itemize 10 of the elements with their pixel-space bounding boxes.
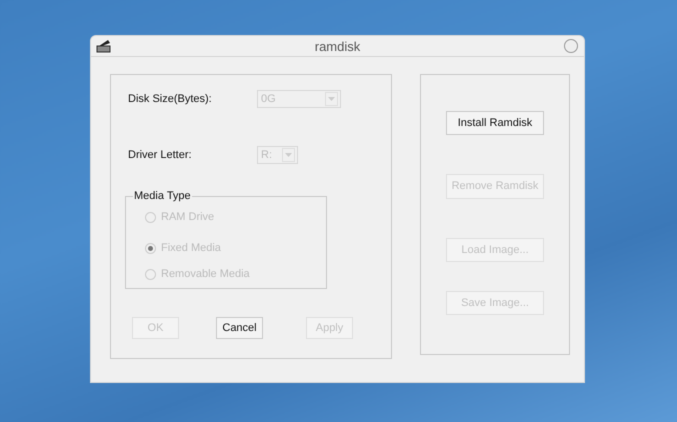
field-label: Driver Letter:: [128, 149, 193, 161]
caret-icon: [285, 153, 292, 157]
dialog-button[interactable]: Cancel: [216, 317, 263, 339]
group-label: Media Type: [133, 190, 192, 202]
app-icon: [96, 39, 112, 53]
close-button[interactable]: [563, 38, 579, 54]
window-title: ramdisk: [314, 38, 362, 54]
caret-icon: [328, 97, 335, 101]
action-button[interactable]: Install Ramdisk: [446, 111, 544, 136]
field-label: Disk Size(Bytes):: [128, 93, 213, 105]
